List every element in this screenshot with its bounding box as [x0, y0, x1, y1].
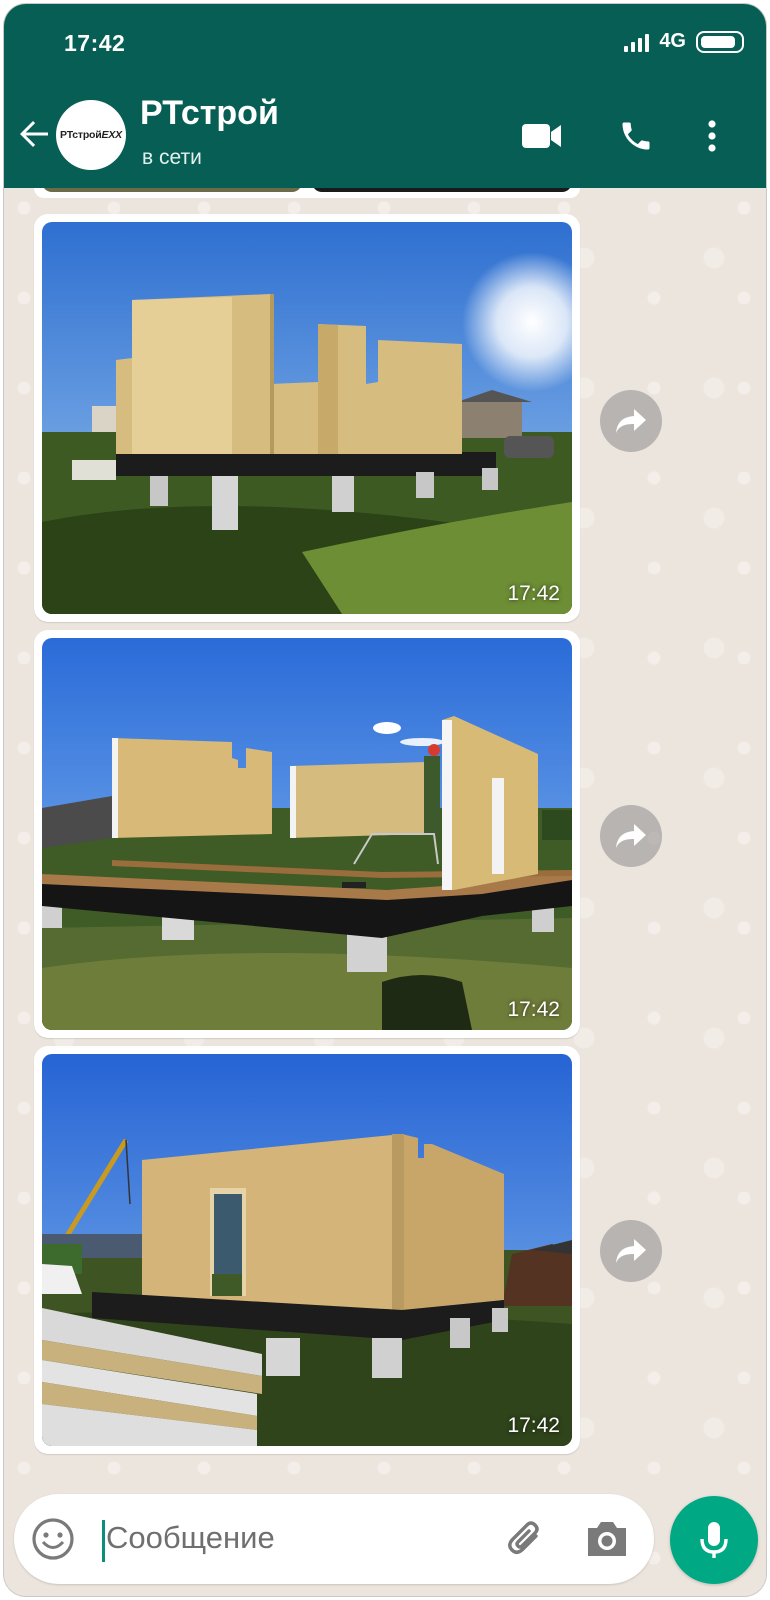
camera-icon[interactable]	[584, 1518, 630, 1560]
message-image[interactable]: 17:42	[42, 1054, 572, 1446]
emoji-icon[interactable]	[30, 1516, 76, 1562]
forward-icon[interactable]	[600, 1220, 662, 1282]
message-time: 17:42	[507, 582, 560, 605]
avatar[interactable]: РТстрой ЕХХ	[56, 100, 126, 170]
attach-icon[interactable]	[502, 1516, 548, 1562]
voice-call-icon[interactable]	[614, 114, 658, 158]
message-image[interactable]: 17:42	[42, 222, 572, 614]
forward-icon[interactable]	[600, 805, 662, 867]
microphone-icon	[700, 1522, 728, 1558]
battery-level	[701, 35, 736, 48]
battery-icon	[696, 30, 744, 53]
message-list[interactable]: 17:42 17:42 17:42	[4, 188, 766, 1596]
message-time: 17:42	[507, 1414, 560, 1437]
message-time: 17:42	[507, 998, 560, 1021]
message-input-bar[interactable]: Сообщение	[14, 1494, 654, 1584]
image-message[interactable]: 17:42	[34, 214, 580, 622]
forward-icon[interactable]	[600, 390, 662, 452]
phone-screen: 17:42 4G РТстрой ЕХХ РТстрой в сети 17:4…	[4, 4, 766, 1596]
avatar-label: РТстрой	[60, 129, 102, 141]
status-time: 17:42	[64, 30, 126, 56]
avatar-suffix: ЕХХ	[101, 129, 123, 141]
back-arrow-icon[interactable]	[16, 116, 52, 152]
chat-title[interactable]: РТстрой	[140, 94, 279, 133]
message-image[interactable]: 17:42	[42, 638, 572, 1030]
microphone-button[interactable]	[670, 1496, 758, 1584]
chat-header: 17:42 4G РТстрой ЕХХ РТстрой в сети	[4, 4, 766, 188]
more-vert-icon[interactable]	[690, 114, 734, 158]
signal-icon	[624, 32, 650, 52]
partial-image	[42, 188, 302, 192]
image-message[interactable]: 17:42	[34, 630, 580, 1038]
chat-status: в сети	[142, 146, 202, 169]
video-call-icon[interactable]	[520, 114, 564, 158]
partial-image	[312, 188, 572, 192]
image-message[interactable]: 17:42	[34, 1046, 580, 1454]
text-cursor	[102, 1520, 105, 1562]
status-indicators: 4G	[624, 30, 744, 53]
message-input[interactable]: Сообщение	[106, 1520, 275, 1556]
network-type: 4G	[659, 30, 686, 52]
